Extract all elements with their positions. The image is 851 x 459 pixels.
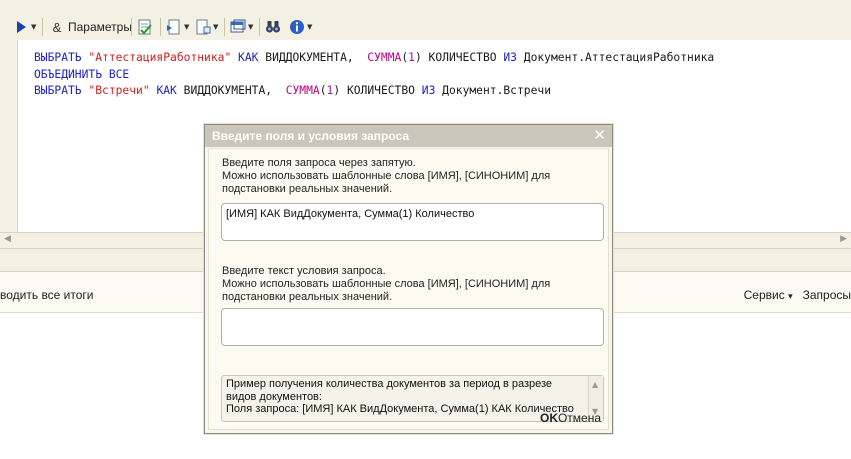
- service-menu[interactable]: Сервис ▾: [744, 288, 793, 302]
- document-add-icon: [195, 19, 211, 35]
- code-token: СУММА: [285, 84, 320, 97]
- code-line[interactable]: ОБЪЕДИНИТЬ ВСЕ: [34, 67, 714, 84]
- code-token: ВИДДОКУМЕНТА,: [265, 51, 368, 64]
- code-token: Документ.Встречи: [442, 84, 551, 97]
- windows-button[interactable]: ▼: [230, 17, 253, 37]
- condition-prompt: Введите текст условия запроса. Можно исп…: [222, 265, 551, 303]
- condition-input[interactable]: [221, 308, 604, 346]
- close-icon[interactable]: ✕: [593, 127, 606, 143]
- main-toolbar: ▼ & Параметры ▼ ▼ ▼ ▼: [0, 0, 851, 41]
- fields-input-value: [ИМЯ] КАК ВидДокумента, Сумма(1) Количес…: [226, 208, 475, 220]
- find-button[interactable]: [265, 17, 281, 37]
- code-token: "АттестацияРаботника": [88, 51, 232, 64]
- code-token: ИЗ: [421, 84, 443, 97]
- code-token: ВЫБРАТЬ: [34, 51, 89, 64]
- output-totals-option[interactable]: водить все итоги: [0, 288, 94, 302]
- help-button[interactable]: ▼: [289, 17, 312, 37]
- query-fields-dialog: Введите поля и условия запроса ✕ Введите…: [204, 124, 613, 434]
- query-code[interactable]: ВЫБРАТЬ "АттестацияРаботника" КАК ВИДДОК…: [34, 50, 714, 100]
- code-line[interactable]: ВЫБРАТЬ "АттестацияРаботника" КАК ВИДДОК…: [34, 50, 714, 67]
- code-token: КОЛИЧЕСТВО: [421, 51, 504, 64]
- ok-button[interactable]: OK: [540, 411, 558, 425]
- code-token: ОБЪЕДИНИТЬ ВСЕ: [34, 67, 130, 81]
- code-token: "Встречи": [88, 84, 150, 97]
- code-token: (: [319, 84, 327, 97]
- toolbar-separator: [131, 18, 132, 36]
- chevron-down-icon: ▼: [184, 23, 190, 31]
- chevron-down-icon: ▼: [248, 23, 254, 31]
- check-document-icon: [137, 19, 153, 35]
- code-token: Документ.АттестацияРаботника: [523, 51, 715, 64]
- scroll-left-icon[interactable]: ◀: [4, 234, 11, 244]
- code-token: СУММА: [367, 51, 402, 64]
- insert-button[interactable]: ▼: [166, 17, 189, 37]
- code-token: ): [414, 51, 422, 64]
- dialog-footer: OK Отмена: [208, 407, 607, 429]
- play-icon: [13, 19, 29, 35]
- fields-input[interactable]: [ИМЯ] КАК ВидДокумента, Сумма(1) Количес…: [221, 203, 604, 241]
- code-line[interactable]: ВЫБРАТЬ "Встречи" КАК ВИДДОКУМЕНТА, СУММ…: [34, 83, 714, 100]
- window-icon: [230, 19, 246, 35]
- dialog-title: Введите поля и условия запроса: [212, 129, 410, 143]
- run-button[interactable]: ▼: [13, 17, 36, 37]
- code-token: КОЛИЧЕСТВО: [340, 84, 422, 97]
- dialog-titlebar[interactable]: Введите поля и условия запроса ✕: [205, 125, 612, 147]
- code-token: ВИДДОКУМЕНТА,: [183, 84, 286, 97]
- queries-menu[interactable]: Запросы: [803, 288, 851, 302]
- add-document-button[interactable]: ▼: [195, 17, 218, 37]
- info-icon: [289, 19, 305, 35]
- toolbar-separator: [224, 18, 225, 36]
- check-syntax-button[interactable]: [137, 17, 153, 37]
- code-token: ИЗ: [503, 51, 524, 64]
- toolbar-separator: [42, 18, 43, 36]
- scroll-up-icon[interactable]: ▲: [592, 380, 598, 389]
- toolbar-separator: [259, 18, 260, 36]
- code-token: КАК: [231, 51, 266, 64]
- dialog-body: Введите поля запроса через запятую. Можн…: [208, 148, 609, 430]
- code-token: 1: [408, 51, 415, 64]
- fields-prompt: Введите поля запроса через запятую. Можн…: [222, 157, 551, 195]
- chevron-down-icon: ▾: [788, 291, 793, 301]
- code-token: ВЫБРАТЬ: [34, 84, 89, 97]
- scroll-right-icon[interactable]: ▶: [840, 234, 847, 244]
- chevron-down-icon: ▼: [213, 23, 219, 31]
- editor-gutter: [0, 40, 18, 233]
- chevron-down-icon: ▼: [31, 23, 37, 31]
- parameters-button[interactable]: & Параметры: [49, 17, 132, 37]
- ampersand-icon: &: [52, 19, 62, 35]
- insert-document-icon: [166, 19, 182, 35]
- binoculars-icon: [265, 19, 281, 35]
- toolbar-separator: [160, 18, 161, 36]
- cancel-button[interactable]: Отмена: [558, 411, 601, 425]
- parameters-label: Параметры: [68, 20, 132, 34]
- chevron-down-icon: ▼: [307, 23, 313, 31]
- code-token: КАК: [149, 84, 184, 97]
